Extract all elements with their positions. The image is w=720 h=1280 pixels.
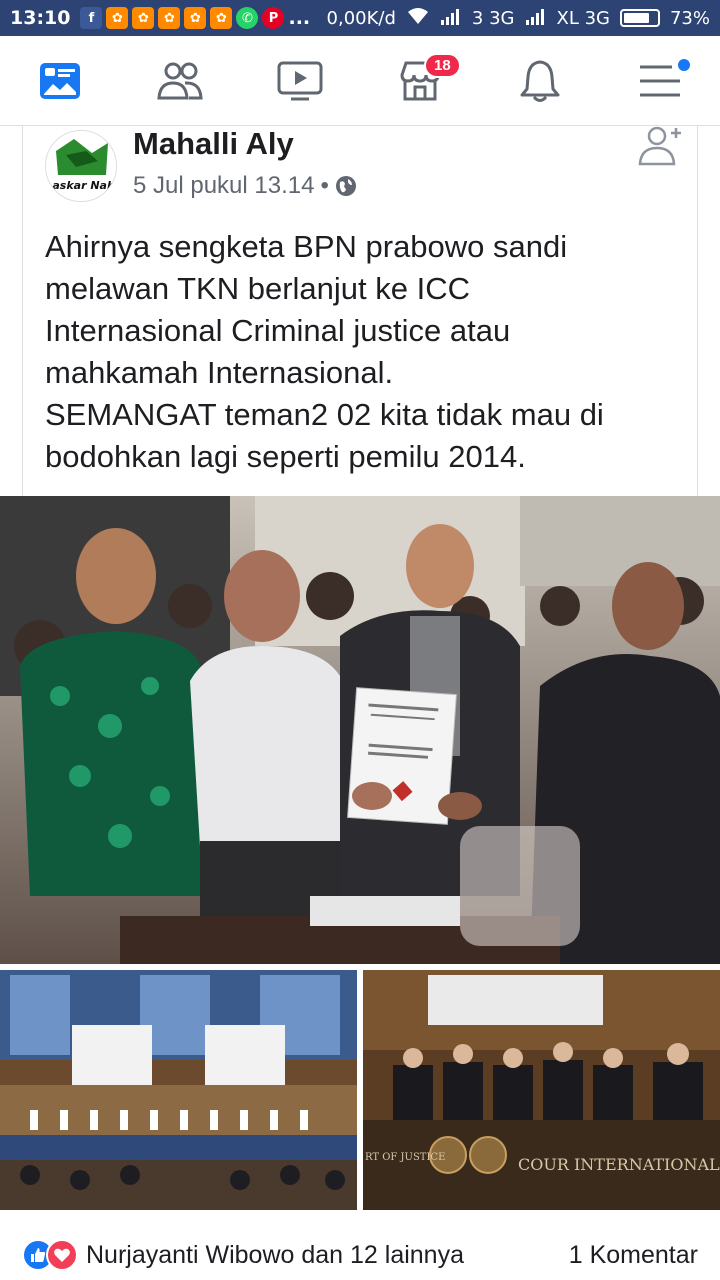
post-text-line: SEMANGAT teman2 02 kita tidak mau di [45,397,604,432]
post-meta: 5 Jul pukul 13.14 • [133,172,357,200]
network-label-1: 3 3G [471,7,515,29]
signal-icon [525,7,547,30]
more-notifications-icon: ... [288,7,311,29]
photo-court-hall[interactable] [0,970,357,1210]
menu-notification-dot [678,58,690,71]
reaction-icons[interactable] [22,1239,78,1271]
add-friend-icon [638,126,681,166]
uc-browser-icon: ✿ [210,7,233,29]
avatar[interactable]: Laskar Nabi [45,130,117,202]
clock: 13:10 [10,7,71,29]
pinterest-icon: P [262,7,285,29]
top-navigation: 18 [0,36,720,126]
notification-icons: f ✿ ✿ ✿ ✿ ✿ ✆ P ... [80,7,310,29]
court-banner-text: COUR INTERNATIONALE DE JUSTI [518,1155,720,1174]
marketplace-badge: 18 [424,52,461,78]
tab-friends[interactable] [140,41,220,121]
globe-icon [335,176,356,196]
author-name[interactable]: Mahalli Aly [133,126,294,162]
uc-browser-icon: ✿ [158,7,181,29]
avatar-text: Laskar Nabi [46,179,117,192]
photo-document-handover [0,496,720,964]
signal-icon [440,7,462,30]
menu-icon [640,65,680,96]
friends-icon [157,62,203,99]
post-text: Ahirnya sengketa BPN prabowo sandi melaw… [45,226,685,478]
battery-level: 73% [669,7,710,29]
post-text-line: Internasional Criminal justice atau [45,313,511,348]
photo-court-judges[interactable]: COUR INTERNATIONALE DE JUSTI RT OF JUSTI… [363,970,720,1210]
whatsapp-icon: ✆ [236,7,259,29]
court-banner-left-text: RT OF JUSTICE [365,1152,445,1163]
post-photos: COUR INTERNATIONALE DE JUSTI RT OF JUSTI… [0,496,720,1216]
tab-news-feed[interactable] [20,41,100,121]
post-text-line: Ahirnya sengketa BPN prabowo sandi [45,229,568,264]
post-timestamp[interactable]: 5 Jul pukul 13.14 [133,172,314,200]
post-text-line: mahkamah Internasional. [45,355,394,390]
love-reaction-icon [46,1239,78,1271]
avatar-image: Laskar Nabi [46,131,117,201]
meta-separator: • [320,172,329,199]
reactions-summary[interactable]: Nurjayanti Wibowo dan 12 lainnya [86,1241,464,1270]
status-bar: 13:10 f ✿ ✿ ✿ ✿ ✿ ✆ P ... 0,00K/d 3 3G X… [0,0,720,36]
tab-notifications[interactable] [500,41,580,121]
uc-browser-icon: ✿ [184,7,207,29]
comments-count[interactable]: 1 Komentar [569,1241,698,1270]
news-feed-icon [40,62,80,99]
network-label-2: XL 3G [556,7,610,29]
photo-court-judges-image: COUR INTERNATIONALE DE JUSTI RT OF JUSTI… [363,970,720,1210]
post-text-line: melawan TKN berlanjut ke ICC [45,271,470,306]
facebook-icon: f [80,7,103,29]
post-text-line: bodohkan lagi seperti pemilu 2014. [45,439,526,474]
tab-watch[interactable] [260,41,340,121]
wifi-icon [406,6,430,31]
status-right: 0,00K/d 3 3G XL 3G 73% [327,6,710,31]
photo-main[interactable] [0,496,720,964]
watch-icon [277,61,323,100]
uc-browser-icon: ✿ [132,7,155,29]
reactions-bar: Nurjayanti Wibowo dan 12 lainnya 1 Komen… [0,1230,720,1280]
post-card: Laskar Nabi Mahalli Aly 5 Jul pukul 13.1… [22,126,698,496]
battery-icon [619,9,660,27]
photo-court-hall-image [0,970,357,1210]
tab-menu[interactable] [620,41,700,121]
add-friend-button[interactable] [637,126,683,171]
notifications-icon [520,60,560,102]
tab-marketplace[interactable]: 18 [380,41,461,121]
network-speed: 0,00K/d [326,7,396,29]
uc-browser-icon: ✿ [106,7,129,29]
